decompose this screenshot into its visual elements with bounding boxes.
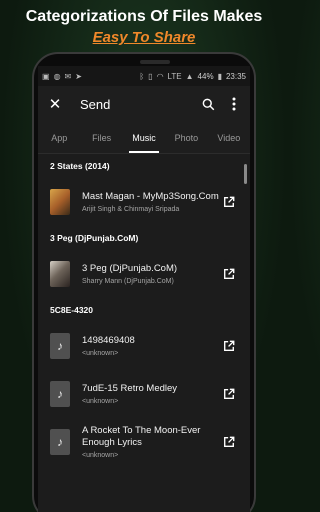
wifi-icon: ◠ bbox=[156, 71, 164, 81]
item-title: A Rocket To The Moon-Ever Enough Lyrics bbox=[82, 425, 201, 448]
open-external-icon[interactable] bbox=[220, 385, 238, 403]
open-external-icon[interactable] bbox=[220, 193, 238, 211]
bluetooth-icon: ᛒ bbox=[139, 71, 145, 81]
scrollbar[interactable] bbox=[244, 164, 247, 184]
item-title: Mast Magan - MyMp3Song.Com bbox=[82, 191, 219, 202]
item-title: 3 Peg (DjPunjab.CoM) bbox=[82, 263, 178, 274]
open-external-icon[interactable] bbox=[220, 433, 238, 451]
music-note-icon: ♪ bbox=[50, 333, 70, 359]
page-title: Send bbox=[80, 96, 111, 112]
clock: 23:35 bbox=[225, 71, 246, 81]
promo-subheadline: Easy To Share bbox=[92, 29, 196, 46]
list-item[interactable]: ♪ 7udE-15 Retro Medley <unknown> bbox=[38, 370, 250, 418]
album-art bbox=[50, 189, 70, 215]
item-title: 1498469408 bbox=[82, 335, 135, 346]
music-list: 2 States (2014) Mast Magan - MyMp3Song.C… bbox=[38, 154, 250, 466]
item-title: 7udE-15 Retro Medley bbox=[82, 383, 178, 394]
tab-photo[interactable]: Photo bbox=[165, 122, 207, 153]
album-art bbox=[50, 261, 70, 287]
item-subtitle: <unknown> bbox=[82, 398, 119, 405]
section-header: 3 Peg (DjPunjab.CoM) bbox=[50, 233, 139, 243]
promo-headline: Categorizations Of Files Makes bbox=[25, 8, 263, 25]
promo-banner: Categorizations Of Files Makes Easy To S… bbox=[0, 6, 288, 48]
list-item[interactable]: ♪ 1498469408 <unknown> bbox=[38, 322, 250, 370]
status-bar: ▣ ◍ ✉ ➤ ᛒ ▯ ◠ LTE ▲ 44% ▮ 23:35 bbox=[38, 66, 250, 86]
battery-icon: ▮ bbox=[217, 71, 222, 81]
notification-icon: ✉ bbox=[64, 71, 72, 81]
list-item[interactable]: Mast Magan - MyMp3Song.Com Arijit Singh … bbox=[38, 178, 250, 226]
item-subtitle: Arijit Singh & Chinmayi Sripada bbox=[82, 206, 180, 213]
music-note-icon: ♪ bbox=[50, 429, 70, 455]
phone-speaker bbox=[140, 60, 170, 64]
item-subtitle: Sharry Mann (DjPunjab.CoM) bbox=[82, 278, 174, 285]
send-notification-icon: ➤ bbox=[75, 71, 82, 81]
music-note-icon: ♪ bbox=[50, 381, 70, 407]
tab-music[interactable]: Music bbox=[123, 122, 165, 153]
tab-video[interactable]: Video bbox=[208, 122, 250, 153]
notification-icon: ▣ bbox=[42, 71, 50, 81]
section-header: 5C8E-4320 bbox=[50, 305, 94, 315]
tab-files[interactable]: Files bbox=[80, 122, 122, 153]
list-item[interactable]: 3 Peg (DjPunjab.CoM) Sharry Mann (DjPunj… bbox=[38, 250, 250, 298]
app-bar: ✕ Send bbox=[38, 86, 250, 122]
item-subtitle: <unknown> bbox=[82, 350, 119, 357]
vibrate-icon: ▯ bbox=[148, 71, 153, 81]
item-subtitle: <unknown> bbox=[82, 452, 119, 459]
category-tabs: App Files Music Photo Video bbox=[38, 122, 250, 154]
network-type: LTE bbox=[167, 71, 182, 81]
section-header: 2 States (2014) bbox=[50, 161, 110, 171]
close-icon[interactable]: ✕ bbox=[44, 95, 66, 113]
search-icon[interactable] bbox=[198, 94, 218, 114]
tab-app[interactable]: App bbox=[38, 122, 80, 153]
list-item[interactable]: ♪ A Rocket To The Moon-Ever Enough Lyric… bbox=[38, 418, 250, 466]
notification-icon: ◍ bbox=[53, 71, 61, 81]
open-external-icon[interactable] bbox=[220, 265, 238, 283]
battery-percent: 44% bbox=[197, 71, 214, 81]
signal-icon: ▲ bbox=[185, 71, 194, 81]
app-screen: ▣ ◍ ✉ ➤ ᛒ ▯ ◠ LTE ▲ 44% ▮ 23:35 ✕ Send A… bbox=[38, 66, 250, 512]
open-external-icon[interactable] bbox=[220, 337, 238, 355]
more-vert-icon[interactable] bbox=[224, 94, 244, 114]
